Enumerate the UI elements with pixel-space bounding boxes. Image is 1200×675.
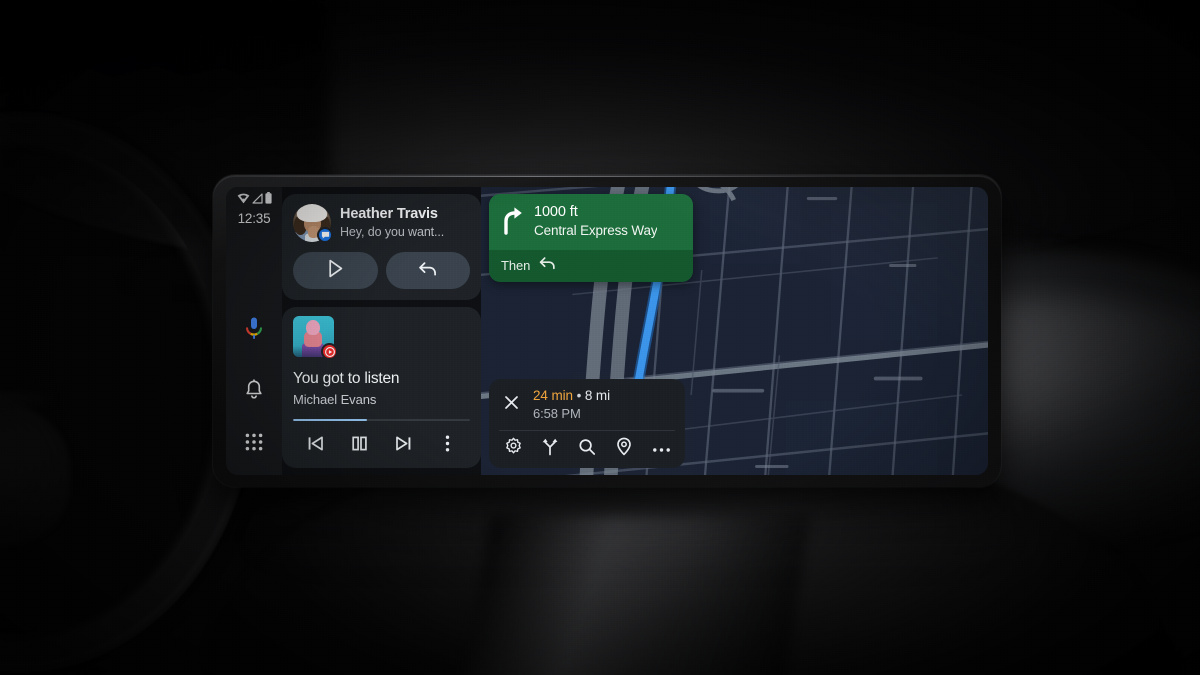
app-launcher-button[interactable] xyxy=(234,424,274,464)
map-overflow-button[interactable] xyxy=(649,437,673,461)
skip-previous-button[interactable] xyxy=(293,431,337,461)
map-pane[interactable]: 1000 ft Central Express Way Then 24 min … xyxy=(481,187,988,475)
android-auto-screen: 12:35 Heather Travis Hey, do you want...… xyxy=(226,187,988,475)
notification-card[interactable]: Heather Travis Hey, do you want... xyxy=(282,194,481,300)
eta-distance: 8 mi xyxy=(584,388,610,404)
alternate-routes-button[interactable] xyxy=(538,437,562,461)
navigation-road: Central Express Way xyxy=(534,223,658,239)
notifications-button[interactable] xyxy=(234,372,274,412)
skip-next-icon xyxy=(394,434,413,458)
navigation-distance: 1000 ft xyxy=(534,204,578,220)
signal-icon xyxy=(251,191,263,209)
play-message-button[interactable] xyxy=(293,252,378,289)
left-nav-rail: 12:35 xyxy=(226,187,282,475)
more-horiz-icon xyxy=(652,440,671,458)
bell-icon xyxy=(244,378,264,406)
notification-header: Heather Travis Hey, do you want... xyxy=(293,204,470,243)
skip-previous-icon xyxy=(306,434,325,458)
left-card-column: Heather Travis Hey, do you want... You g… xyxy=(282,187,481,475)
more-vert-icon xyxy=(445,434,450,458)
eta-primary-line: 24 min • 8 mi xyxy=(533,388,610,404)
status-bar: 12:35 xyxy=(237,192,272,226)
assistant-button[interactable] xyxy=(234,310,274,350)
place-pin-button[interactable] xyxy=(612,437,636,461)
navigation-then-label: Then xyxy=(501,258,531,274)
navigation-texts: 1000 ft Central Express Way xyxy=(534,204,657,240)
media-overflow-button[interactable] xyxy=(426,431,470,461)
infotainment-display-bezel: 12:35 Heather Travis Hey, do you want...… xyxy=(213,175,1001,487)
map-settings-button[interactable] xyxy=(501,437,525,461)
notification-text: Heather Travis Hey, do you want... xyxy=(340,206,470,240)
place-pin-icon xyxy=(616,437,632,461)
turn-left-icon xyxy=(539,256,556,275)
close-navigation-button[interactable] xyxy=(499,393,523,417)
youtube-music-icon xyxy=(321,343,338,360)
wifi-icon xyxy=(237,191,250,209)
pause-icon xyxy=(350,434,369,458)
eta-duration: 24 min xyxy=(533,388,573,404)
navigation-primary: 1000 ft Central Express Way xyxy=(489,194,693,251)
navigation-banner[interactable]: 1000 ft Central Express Way Then xyxy=(489,194,693,283)
reply-icon xyxy=(418,260,438,282)
close-icon xyxy=(504,395,519,415)
turn-right-icon xyxy=(499,205,525,240)
media-controls xyxy=(293,422,470,461)
notification-preview: Hey, do you want... xyxy=(340,224,445,239)
eta-summary: 24 min • 8 mi 6:58 PM xyxy=(499,388,675,422)
status-bar-icons xyxy=(237,192,272,209)
playback-progress-fill xyxy=(293,418,368,421)
avatar xyxy=(293,204,333,243)
alternate-routes-icon xyxy=(541,437,559,461)
skip-next-button[interactable] xyxy=(382,431,426,461)
settings-icon xyxy=(504,437,523,461)
reply-message-button[interactable] xyxy=(385,252,470,289)
notification-sender: Heather Travis xyxy=(340,206,438,223)
google-messages-icon xyxy=(317,227,333,243)
car-interior-scene: 12:35 Heather Travis Hey, do you want...… xyxy=(0,0,1200,675)
eta-texts: 24 min • 8 mi 6:58 PM xyxy=(533,388,610,422)
navigation-then-row: Then xyxy=(489,250,693,283)
track-artist: Michael Evans xyxy=(293,391,377,407)
app-grid-icon xyxy=(244,432,264,457)
notification-actions xyxy=(293,252,470,289)
play-icon xyxy=(327,259,344,283)
playback-progress-bar[interactable] xyxy=(293,418,470,421)
assistant-mic-icon xyxy=(244,316,264,345)
clock: 12:35 xyxy=(237,211,271,226)
track-title: You got to listen xyxy=(293,370,400,387)
search-icon xyxy=(578,438,596,461)
pause-button[interactable] xyxy=(337,431,381,461)
eta-card: 24 min • 8 mi 6:58 PM xyxy=(489,379,685,468)
battery-icon xyxy=(264,191,272,209)
media-player-card[interactable]: You got to listen Michael Evans xyxy=(282,307,481,468)
album-art xyxy=(293,316,338,360)
eta-separator: • xyxy=(576,388,582,404)
search-button[interactable] xyxy=(575,437,599,461)
eta-toolbar xyxy=(499,431,675,461)
eta-arrival-time: 6:58 PM xyxy=(533,406,581,422)
